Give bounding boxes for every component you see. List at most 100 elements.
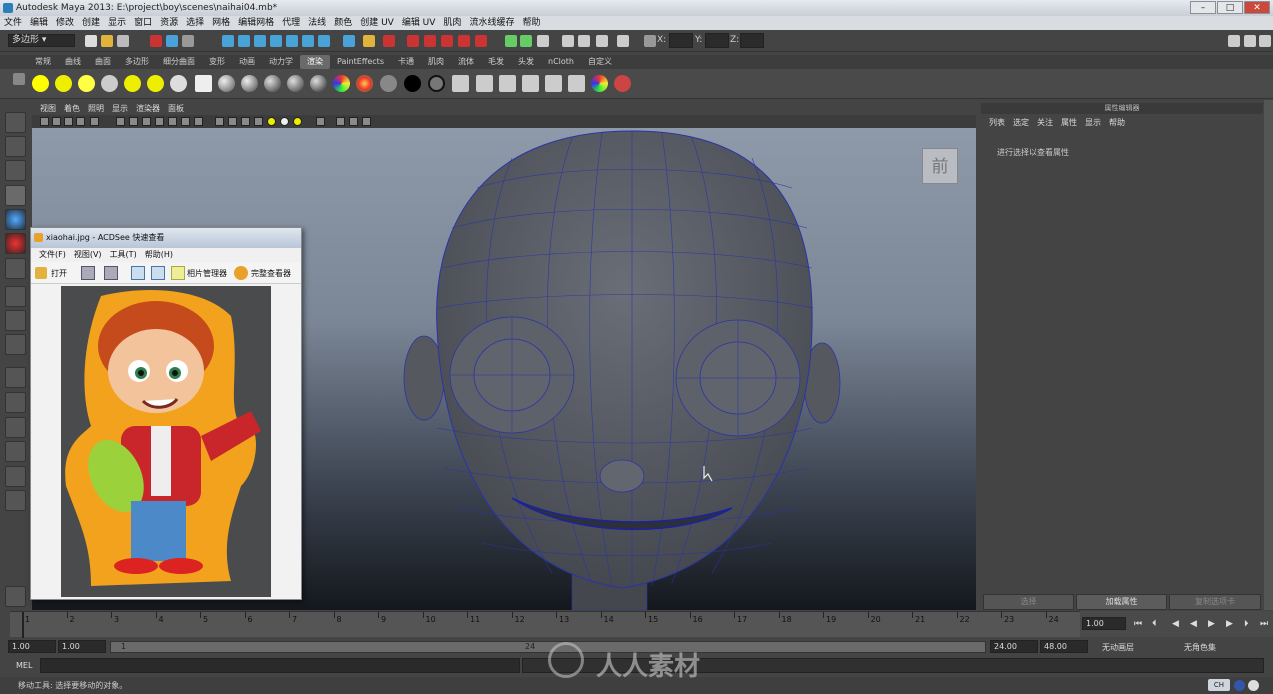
bookmark-icon[interactable] [64,117,73,126]
last-tool-icon[interactable] [5,334,26,355]
viewport-menu-5[interactable]: 面板 [164,103,188,115]
render-view-icon[interactable] [475,35,487,47]
render-frame-icon[interactable] [407,35,419,47]
attribute-editor-toggle-icon[interactable] [537,35,549,47]
anisotropic-icon[interactable] [310,75,327,92]
camera-create-icon[interactable] [170,75,187,92]
select-component-icon[interactable] [182,35,194,47]
layout-graph-icon[interactable] [5,466,26,487]
volume-light-icon[interactable] [147,75,164,92]
phongE-icon[interactable] [287,75,304,92]
layout-two-icon[interactable] [5,417,26,438]
viewport-menu-0[interactable]: 视图 [36,103,60,115]
help-icon[interactable] [1248,680,1259,691]
shelf-tab-15[interactable]: nCloth [541,55,581,69]
shadows-icon[interactable] [293,117,302,126]
menu-item-9[interactable]: 编辑网格 [234,16,278,30]
menu-item-8[interactable]: 网格 [208,16,234,30]
spot-light-icon[interactable] [55,75,72,92]
menu-item-13[interactable]: 创建 UV [356,16,398,30]
menu-item-12[interactable]: 颜色 [330,16,356,30]
menu-item-10[interactable]: 代理 [278,16,304,30]
next-image-icon[interactable] [104,266,118,280]
acdsee-menu-3[interactable]: 帮助(H) [141,248,177,262]
layout-hypershade-icon[interactable] [5,490,26,511]
panel-toggle-2-icon[interactable] [1244,35,1256,47]
menu-item-6[interactable]: 资源 [156,16,182,30]
shelf-tab-12[interactable]: 流体 [451,55,481,69]
attribute-menu-3[interactable]: 属性 [1057,116,1081,130]
y-field[interactable] [705,33,729,48]
channel-box-icon[interactable] [505,35,517,47]
attribute-menu-2[interactable]: 关注 [1033,116,1057,130]
render-icon[interactable] [195,75,212,92]
shelf-tab-4[interactable]: 细分曲面 [156,55,202,69]
tool-settings-icon[interactable] [520,35,532,47]
layout-outliner-icon[interactable] [5,441,26,462]
acdsee-titlebar[interactable]: xiaohai.jpg - ACDSee 快速查看 [31,228,301,248]
rotate-right-icon[interactable] [151,266,165,280]
acdsee-menu-2[interactable]: 工具(T) [106,248,141,262]
toolbox-settings-icon[interactable] [5,586,26,607]
menu-item-14[interactable]: 编辑 UV [398,16,440,30]
maximize-button[interactable]: □ [1217,1,1243,14]
camera-icon[interactable] [562,35,574,47]
attribute-menu-1[interactable]: 选定 [1009,116,1033,130]
acdsee-window[interactable]: xiaohai.jpg - ACDSee 快速查看 文件(F) 视图(V) 工具(T… [30,227,302,600]
menu-item-11[interactable]: 法线 [304,16,330,30]
shelf-tab-11[interactable]: 肌肉 [421,55,451,69]
shelf-menu-icon[interactable] [13,73,25,85]
minimize-button[interactable]: – [1190,1,1216,14]
attribute-menu-0[interactable]: 列表 [985,116,1009,130]
menu-item-15[interactable]: 肌肉 [439,16,465,30]
shelf-tab-6[interactable]: 动画 [232,55,262,69]
snap-plane-icon[interactable] [270,35,282,47]
select-tool-icon[interactable] [5,112,26,133]
area-light-icon[interactable] [101,75,118,92]
menu-item-16[interactable]: 流水线缓存 [465,16,518,30]
layout-icon[interactable] [578,35,590,47]
prev-image-icon[interactable] [81,266,95,280]
go-to-start-icon[interactable]: ⏮ [1134,619,1142,629]
anim-layer-dropdown[interactable]: 无动画层 [1102,642,1134,653]
use-background-icon[interactable] [404,75,421,92]
select-camera-icon[interactable] [40,117,49,126]
photo-manager-label[interactable]: 相片管理器 [187,268,227,279]
shelf-tab-3[interactable]: 多边形 [118,55,156,69]
snap-view-icon[interactable] [302,35,314,47]
step-forward-frame-icon[interactable]: ▶ [1226,619,1233,629]
lasso-tool-icon[interactable] [5,136,26,157]
rotate-left-icon[interactable] [131,266,145,280]
step-forward-key-icon[interactable]: ⏵ [1244,619,1249,629]
default-light-icon[interactable] [267,117,276,126]
play-backward-icon[interactable]: ◀ [1190,619,1197,629]
x-field[interactable] [669,33,693,48]
question-icon[interactable] [343,35,355,47]
menu-item-3[interactable]: 创建 [78,16,104,30]
show-manip-icon[interactable] [5,310,26,331]
safe-action-icon[interactable] [168,117,177,126]
panel-side-tabs[interactable] [1264,100,1273,610]
snap-curve-icon[interactable] [238,35,250,47]
menu-item-1[interactable]: 编辑 [26,16,52,30]
directional-light-icon[interactable] [78,75,95,92]
shelf-tab-5[interactable]: 变形 [202,55,232,69]
snap-surface-icon[interactable] [286,35,298,47]
scene-panel-icon[interactable] [596,35,608,47]
select-hierarchy-icon[interactable] [150,35,162,47]
viewport-menu-4[interactable]: 渲染器 [132,103,164,115]
text-icon[interactable] [194,117,203,126]
menu-item-0[interactable]: 文件 [0,16,26,30]
rotate-tool-icon[interactable] [5,209,26,230]
current-time-indicator[interactable] [22,612,24,638]
texture-icon[interactable] [452,75,469,92]
viewport-menu-1[interactable]: 着色 [60,103,84,115]
open-scene-icon[interactable] [101,35,113,47]
texture-3-icon[interactable] [499,75,516,92]
attribute-menu-4[interactable]: 显示 [1081,116,1105,130]
shelf-tab-13[interactable]: 毛发 [481,55,511,69]
shelf-tab-7[interactable]: 动力学 [262,55,300,69]
character-set-dropdown[interactable]: 无角色集 [1184,642,1216,653]
ambient-occlusion-icon[interactable] [362,117,371,126]
point-light-icon[interactable] [32,75,49,92]
